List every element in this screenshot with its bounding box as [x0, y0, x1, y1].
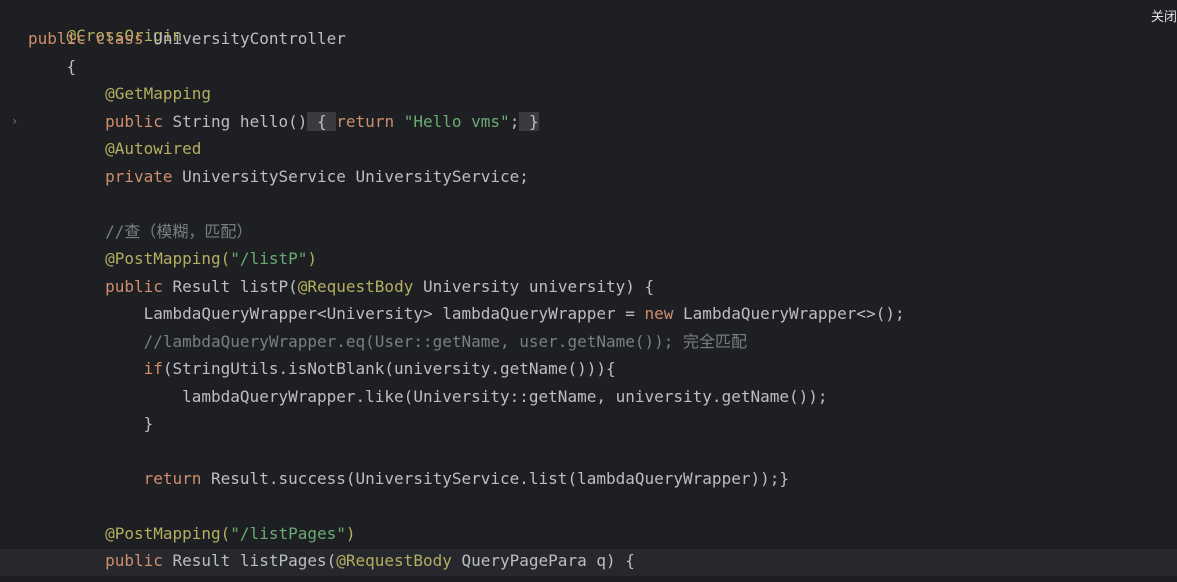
editor-gutter: ›	[0, 0, 22, 582]
code-text: University university) {	[413, 277, 655, 296]
comment: //查（模糊，匹配）	[105, 222, 253, 241]
annotation: @Autowired	[105, 139, 202, 158]
code-line-current: public Result listPages(@RequestBody Que…	[0, 549, 1177, 576]
brace: {	[66, 57, 77, 76]
keyword: return	[143, 469, 202, 488]
brace: }	[143, 414, 154, 433]
code-text: Result listPages(	[162, 551, 337, 570]
annotation: )	[345, 524, 356, 543]
code-editor[interactable]: @CrossOrigin public class UniversityCont…	[0, 0, 1177, 582]
code-text: lambdaQueryWrapper.like(University::getN…	[182, 387, 828, 406]
code-line: }	[28, 412, 1177, 439]
code-text: Result listP(	[172, 277, 298, 296]
annotation: @GetMapping	[105, 84, 212, 103]
code-text: Result.success(UniversityService.list(la…	[201, 469, 789, 488]
class-name: UniversityController	[153, 29, 346, 48]
code-line: {	[28, 55, 1177, 82]
string-literal: "Hello vms"	[403, 112, 510, 131]
keyword: return	[336, 112, 395, 131]
code-line: @GetMapping	[28, 82, 1177, 109]
code-line: return Result.success(UniversityService.…	[28, 467, 1177, 494]
code-text: QueryPagePara q) {	[451, 551, 635, 570]
code-text: UniversityService UniversityService;	[182, 167, 529, 186]
code-line: public String hello() { return "Hello vm…	[28, 110, 1177, 137]
code-line: public class UniversityController	[28, 27, 1177, 54]
code-line: //lambdaQueryWrapper.eq(User::getName, u…	[28, 330, 1177, 357]
code-text: LambdaQueryWrapper<University> lambdaQue…	[143, 304, 645, 323]
keyword: public	[28, 29, 86, 48]
code-line: //查（模糊，匹配）	[28, 220, 1177, 247]
code-line: LambdaQueryWrapper<University> lambdaQue…	[28, 302, 1177, 329]
code-text: LambdaQueryWrapper<>();	[673, 304, 905, 323]
code-text: ;	[509, 112, 520, 131]
folded-region-start[interactable]: {	[307, 112, 337, 131]
code-line: @PostMapping("/listPages")	[28, 522, 1177, 549]
string-literal: "/listPages"	[230, 524, 346, 543]
keyword: if	[143, 359, 163, 378]
chevron-right-icon[interactable]: ›	[11, 112, 18, 130]
code-text: (StringUtils.isNotBlank(university.getNa…	[162, 359, 616, 378]
code-line: @CrossOrigin	[28, 0, 1177, 45]
keyword: new	[644, 304, 674, 323]
keyword: public	[105, 551, 163, 570]
keyword: public	[105, 112, 163, 131]
string-literal: "/listP"	[230, 249, 308, 268]
keyword: public	[105, 277, 163, 296]
annotation: @RequestBody	[336, 551, 452, 570]
code-line: if(StringUtils.isNotBlank(university.get…	[28, 357, 1177, 384]
code-text: String hello()	[172, 112, 308, 131]
annotation: @RequestBody	[297, 277, 414, 296]
keyword: private	[105, 167, 173, 186]
code-line: @PostMapping("/listP")	[28, 247, 1177, 274]
annotation: )	[307, 249, 317, 268]
code-line: @Autowired	[28, 137, 1177, 164]
keyword: class	[95, 29, 144, 48]
folded-region-end[interactable]: }	[519, 112, 539, 131]
comment: //lambdaQueryWrapper.eq(User::getName, u…	[143, 332, 748, 351]
annotation: @PostMapping(	[105, 524, 231, 543]
annotation: @PostMapping(	[105, 249, 231, 268]
code-line: public Result listP(@RequestBody Univers…	[28, 275, 1177, 302]
code-line: private UniversityService UniversityServ…	[28, 165, 1177, 192]
code-line: lambdaQueryWrapper.like(University::getN…	[28, 385, 1177, 412]
